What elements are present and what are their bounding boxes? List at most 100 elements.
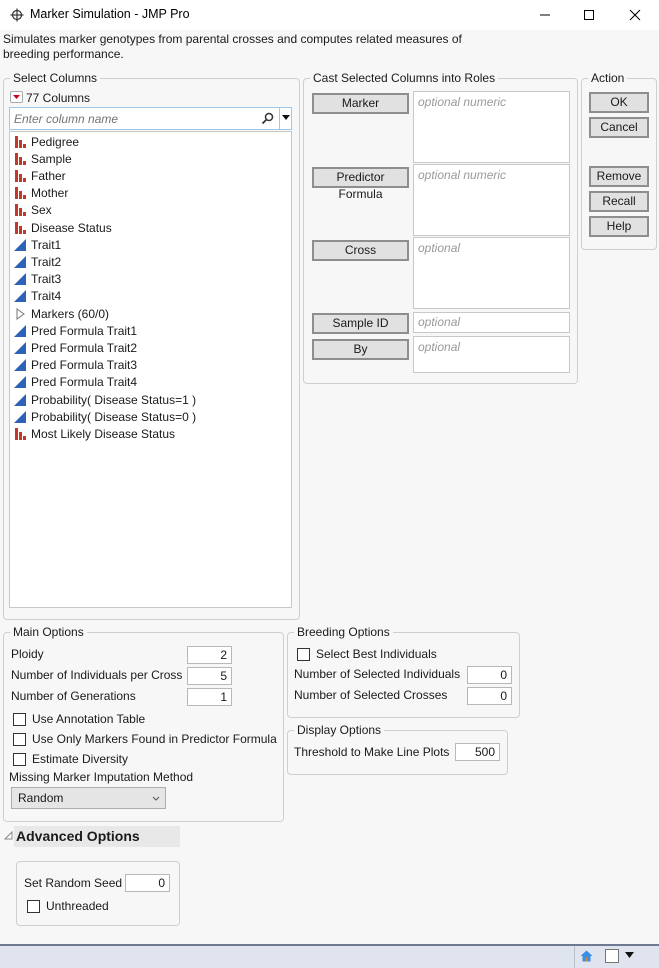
column-list-item[interactable]: Markers (60/0) bbox=[14, 305, 109, 322]
column-list-item[interactable]: Sample bbox=[14, 150, 72, 167]
search-options-dropdown-icon[interactable] bbox=[282, 115, 290, 121]
selected-crosses-label: Number of Selected Crosses bbox=[294, 688, 448, 702]
chevron-down-icon bbox=[152, 796, 160, 801]
individuals-per-cross-input[interactable]: 5 bbox=[187, 667, 232, 685]
cross-role-box[interactable]: optional bbox=[413, 237, 570, 309]
red-triangle-menu-icon[interactable] bbox=[10, 91, 23, 103]
continuous-triangle-icon bbox=[14, 393, 26, 406]
select-best-individuals-checkbox[interactable] bbox=[297, 648, 310, 661]
column-list-item[interactable]: Trait4 bbox=[14, 288, 61, 305]
use-annotation-table-label: Use Annotation Table bbox=[32, 712, 146, 726]
generations-label: Number of Generations bbox=[11, 689, 136, 703]
close-icon bbox=[629, 9, 641, 21]
unthreaded-checkbox[interactable] bbox=[27, 900, 40, 913]
imputation-method-select[interactable]: Random bbox=[11, 787, 166, 809]
predictor-formula-role-box[interactable]: optional numeric bbox=[413, 164, 570, 236]
maximize-button[interactable] bbox=[566, 0, 612, 30]
column-list-item-label: Probability( Disease Status=0 ) bbox=[31, 409, 197, 424]
random-seed-input[interactable]: 0 bbox=[125, 874, 170, 892]
select-best-individuals-label: Select Best Individuals bbox=[316, 647, 437, 661]
advanced-options-header[interactable]: Advanced Options bbox=[14, 826, 180, 847]
column-list-item[interactable]: Pred Formula Trait1 bbox=[14, 322, 137, 339]
column-list-item[interactable]: Trait1 bbox=[14, 236, 61, 253]
column-list-item[interactable]: Probability( Disease Status=1 ) bbox=[14, 391, 196, 408]
breeding-options-legend: Breeding Options bbox=[294, 625, 393, 639]
column-search-input[interactable] bbox=[10, 108, 263, 129]
recall-button[interactable]: Recall bbox=[589, 191, 649, 212]
column-list[interactable]: Pedigree Sample Father Mother Sex Disease Sta… bbox=[9, 131, 292, 608]
window-menu-dropdown-icon[interactable] bbox=[625, 952, 634, 959]
column-list-item[interactable]: Mother bbox=[14, 185, 68, 202]
sample-id-role-button[interactable]: Sample ID bbox=[312, 313, 409, 334]
column-search bbox=[9, 107, 292, 130]
search-icon[interactable] bbox=[261, 112, 274, 125]
use-only-markers-checkbox[interactable] bbox=[13, 733, 26, 746]
column-list-item[interactable]: Probability( Disease Status=0 ) bbox=[14, 408, 196, 425]
column-list-item-label: Most Likely Disease Status bbox=[31, 426, 176, 441]
column-list-item-label: Trait4 bbox=[31, 289, 62, 304]
marker-role-button[interactable]: Marker bbox=[312, 93, 409, 114]
window-list-icon[interactable] bbox=[605, 949, 619, 963]
minimize-button[interactable] bbox=[522, 0, 568, 30]
column-list-item[interactable]: Sex bbox=[14, 202, 52, 219]
by-role-button[interactable]: By bbox=[312, 339, 409, 360]
nominal-bar-icon bbox=[15, 135, 26, 148]
unthreaded-label: Unthreaded bbox=[46, 899, 109, 913]
estimate-diversity-label: Estimate Diversity bbox=[32, 752, 129, 766]
column-list-item[interactable]: Pedigree bbox=[14, 133, 79, 150]
column-list-item-label: Trait3 bbox=[31, 272, 62, 287]
individuals-per-cross-label: Number of Individuals per Cross bbox=[11, 668, 183, 682]
advanced-options-title: Advanced Options bbox=[16, 828, 140, 844]
column-list-item-label: Pred Formula Trait1 bbox=[31, 323, 138, 338]
generations-input[interactable]: 1 bbox=[187, 688, 232, 706]
action-legend: Action bbox=[588, 71, 628, 85]
ploidy-input[interactable]: 2 bbox=[187, 646, 232, 664]
column-list-item-label: Disease Status bbox=[31, 220, 112, 235]
selected-individuals-input[interactable]: 0 bbox=[467, 666, 512, 684]
column-list-item[interactable]: Pred Formula Trait4 bbox=[14, 374, 137, 391]
column-list-item[interactable]: Trait3 bbox=[14, 271, 61, 288]
cancel-button[interactable]: Cancel bbox=[589, 117, 649, 138]
help-button[interactable]: Help bbox=[589, 216, 649, 237]
continuous-triangle-icon bbox=[14, 359, 26, 372]
status-bar bbox=[0, 944, 659, 968]
continuous-triangle-icon bbox=[14, 290, 26, 303]
main-options-legend: Main Options bbox=[10, 625, 87, 639]
remove-button[interactable]: Remove bbox=[589, 166, 649, 187]
column-list-item[interactable]: Most Likely Disease Status bbox=[14, 425, 175, 442]
home-icon[interactable] bbox=[580, 950, 593, 962]
column-list-item[interactable]: Trait2 bbox=[14, 253, 61, 270]
use-annotation-table-checkbox[interactable] bbox=[13, 713, 26, 726]
display-options-legend: Display Options bbox=[294, 723, 385, 737]
line-plot-threshold-input[interactable]: 500 bbox=[455, 743, 500, 761]
by-role-box[interactable]: optional bbox=[413, 336, 570, 373]
column-list-item[interactable]: Disease Status bbox=[14, 219, 112, 236]
column-list-item-label: Probability( Disease Status=1 ) bbox=[31, 392, 197, 407]
nominal-bar-icon bbox=[15, 204, 26, 217]
estimate-diversity-checkbox[interactable] bbox=[13, 753, 26, 766]
disclosure-triangle-icon[interactable] bbox=[4, 831, 13, 840]
maximize-icon bbox=[584, 10, 594, 20]
cross-role-button[interactable]: Cross bbox=[312, 240, 409, 261]
continuous-triangle-icon bbox=[14, 341, 26, 354]
ploidy-label: Ploidy bbox=[11, 647, 44, 661]
column-list-item[interactable]: Pred Formula Trait2 bbox=[14, 339, 137, 356]
continuous-triangle-icon bbox=[14, 255, 26, 268]
nominal-bar-icon bbox=[15, 427, 26, 440]
close-button[interactable] bbox=[612, 0, 658, 30]
column-list-item-label: Sample bbox=[31, 151, 72, 166]
continuous-triangle-icon bbox=[14, 238, 26, 251]
continuous-triangle-icon bbox=[14, 376, 26, 389]
random-seed-label: Set Random Seed bbox=[24, 876, 123, 890]
ok-button[interactable]: OK bbox=[589, 92, 649, 113]
column-list-item[interactable]: Father bbox=[14, 167, 66, 184]
selected-individuals-label: Number of Selected Individuals bbox=[294, 667, 461, 681]
marker-role-box[interactable]: optional numeric bbox=[413, 91, 570, 163]
select-columns-legend: Select Columns bbox=[10, 71, 101, 85]
column-list-item-label: Pred Formula Trait2 bbox=[31, 340, 138, 355]
column-list-item[interactable]: Pred Formula Trait3 bbox=[14, 357, 137, 374]
predictor-formula-role-button[interactable]: Predictor Formula bbox=[312, 167, 409, 201]
selected-crosses-input[interactable]: 0 bbox=[467, 687, 512, 705]
sample-id-role-box[interactable]: optional bbox=[413, 312, 570, 333]
nominal-bar-icon bbox=[15, 152, 26, 165]
